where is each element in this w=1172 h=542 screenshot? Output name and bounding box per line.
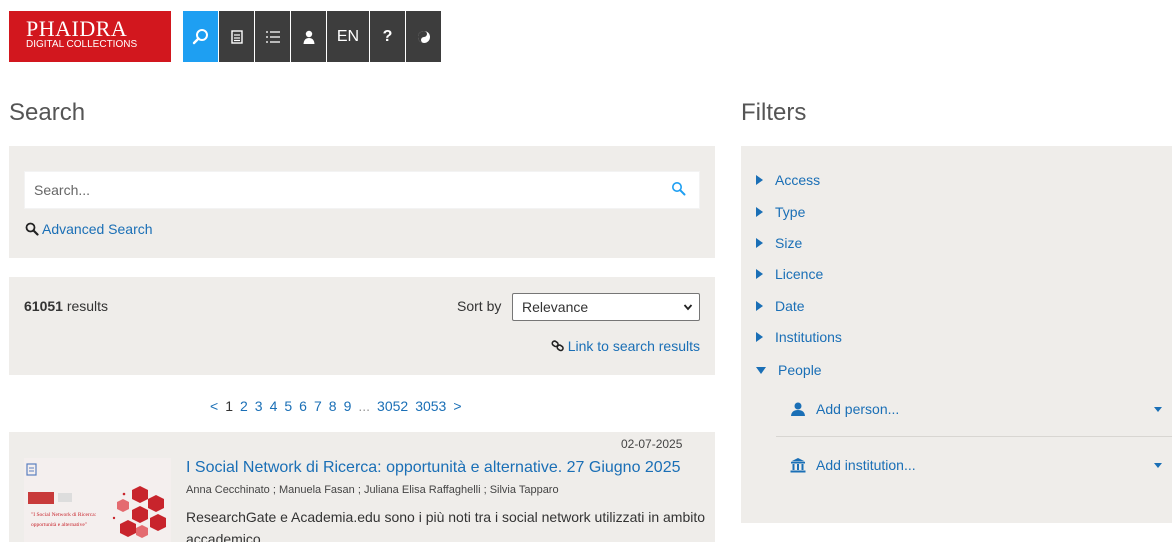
result-date: 02-07-2025 [621,437,683,451]
result-thumbnail[interactable]: "I Social Network di Ricerca: opportunit… [24,458,171,542]
form-icon [230,29,243,44]
filter-licence[interactable]: Licence [756,266,823,282]
caret-right-icon [756,207,763,217]
institution-icon [790,458,806,473]
advanced-search-link[interactable]: Advanced Search [25,221,153,237]
caret-right-icon [756,238,763,248]
pagination-page[interactable]: 2 [240,398,248,414]
result-abstract: ResearchGate e Academia.edu sono i più n… [186,509,706,542]
search-placeholder: Search... [34,182,91,198]
chevron-down-icon [683,304,693,311]
link-icon [551,340,564,352]
caret-right-icon [756,175,763,185]
nav-theme-button[interactable] [406,11,441,62]
search-icon[interactable] [671,181,687,197]
nav-lists-button[interactable] [255,11,290,62]
filter-type[interactable]: Type [756,204,805,220]
magnifier-icon [25,222,39,236]
pagination: < 1 2 3 4 5 6 7 8 9 ... 3052 3053 > [210,398,462,414]
pagination-prev[interactable]: < [210,398,218,414]
filter-people[interactable]: People [756,362,822,378]
filter-label: Access [775,172,821,188]
pagination-page[interactable]: 9 [344,398,352,414]
nav-user-button[interactable] [291,11,326,62]
results-panel [9,277,715,375]
pagination-page[interactable]: 5 [284,398,292,414]
add-institution-select[interactable]: Add institution... [790,457,916,473]
result-title-link[interactable]: I Social Network di Ricerca: opportunità… [186,459,681,477]
filter-label: Size [775,235,803,251]
pagination-ellipsis: ... [358,398,371,414]
thumbnail-text-1: "I Social Network di Ricerca: [31,512,97,518]
result-authors: Anna Cecchinato ; Manuela Fasan ; Julian… [186,484,559,496]
add-person-placeholder: Add person... [816,401,900,417]
add-person-select[interactable]: Add person... [790,401,899,417]
logo-title: PHAIDRA [26,16,128,41]
pagination-page[interactable]: 6 [299,398,307,414]
link-to-search-results[interactable]: Link to search results [551,338,700,354]
caret-right-icon [756,301,763,311]
pagination-page[interactable]: 7 [314,398,322,414]
filter-label: Date [775,298,805,314]
search-input[interactable]: Search... [24,171,700,209]
thumbnail-graphic: "I Social Network di Ricerca: opportunit… [24,458,171,542]
results-count-number: 61051 [24,298,63,314]
filter-label: Type [775,204,806,220]
filter-label: Institutions [775,329,842,345]
link-to-search-results-label: Link to search results [567,338,700,354]
results-count-suffix: results [62,298,109,314]
filters-heading: Filters [741,99,807,126]
caret-down-icon [756,366,766,374]
list-icon [265,30,280,43]
top-navbar: PHAIDRA DIGITAL COLLECTIONS EN ? [9,11,441,62]
caret-right-icon [756,269,763,279]
advanced-search-label: Advanced Search [42,221,153,237]
nav-upload-button[interactable] [219,11,254,62]
filter-label: Licence [775,266,824,282]
person-icon [791,402,805,416]
search-icon [192,28,208,44]
add-institution-placeholder: Add institution... [816,457,916,473]
search-heading: Search [9,99,86,126]
results-count: 61051 results [24,298,108,314]
filter-institutions[interactable]: Institutions [756,329,842,345]
caret-right-icon [756,332,763,342]
filter-size[interactable]: Size [756,235,802,251]
thumbnail-text-2: opportunità e alternative" [31,522,87,528]
pagination-page[interactable]: 1 [225,398,233,414]
pagination-page[interactable]: 8 [329,398,337,414]
add-institution-dropdown-caret[interactable] [1154,463,1162,468]
phaidra-logo[interactable]: PHAIDRA DIGITAL COLLECTIONS [9,11,171,62]
logo-subtitle: DIGITAL COLLECTIONS [26,39,138,50]
sort-select-value: Relevance [522,299,589,315]
nav-help-button[interactable]: ? [370,11,405,62]
nav-search-button[interactable] [183,11,218,62]
user-icon [303,30,314,44]
pagination-page[interactable]: 3053 [415,398,446,414]
filter-label: People [778,362,822,378]
nav-language-button[interactable]: EN [327,11,369,62]
pagination-page[interactable]: 3052 [377,398,408,414]
add-person-dropdown-caret[interactable] [1154,407,1162,412]
pagination-page[interactable]: 4 [270,398,278,414]
sort-select[interactable]: Relevance [512,293,700,321]
filter-access[interactable]: Access [756,172,820,188]
pagination-page[interactable]: 3 [255,398,263,414]
sort-by-label: Sort by [457,298,502,314]
divider [776,436,1172,437]
filter-date[interactable]: Date [756,298,805,314]
pagination-next[interactable]: > [453,398,461,414]
contrast-icon [417,30,430,43]
